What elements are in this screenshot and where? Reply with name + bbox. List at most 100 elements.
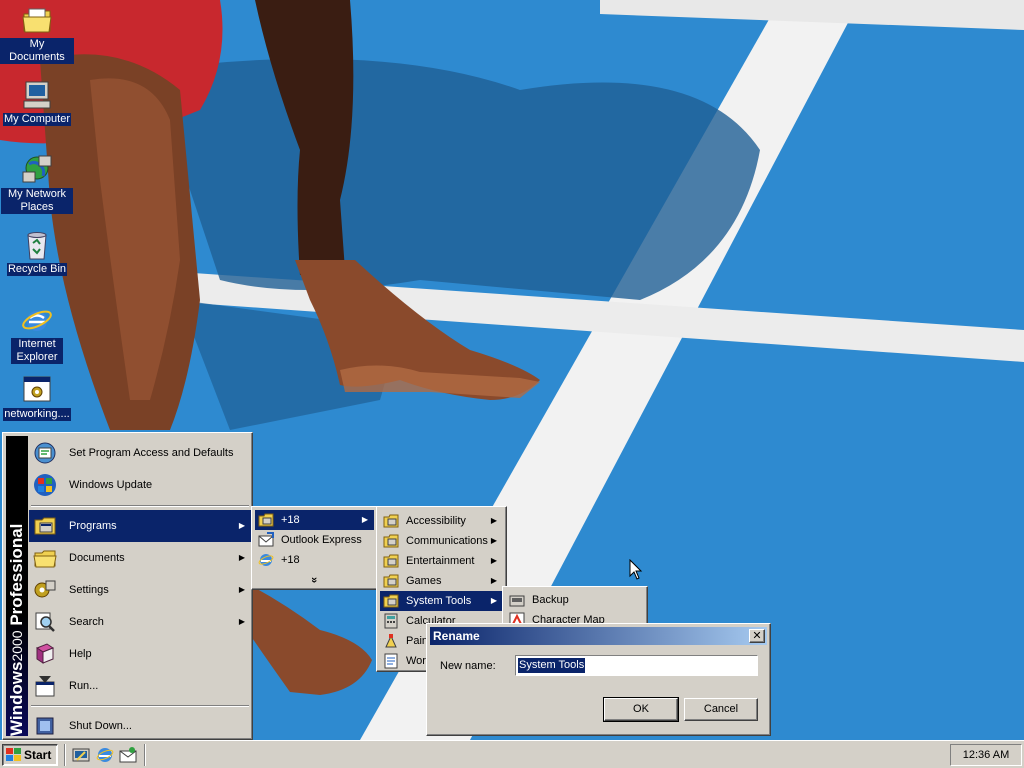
system-tools-submenu: Backup Character Map: [502, 586, 648, 628]
menu-item-communications[interactable]: Communications ▶: [380, 531, 503, 551]
submenu-arrow-icon: ▶: [490, 536, 497, 545]
menu-item-label: Backup: [532, 594, 569, 606]
menu-item-system-tools[interactable]: System Tools ▶: [380, 591, 503, 611]
taskbar-separator: [144, 744, 146, 766]
menu-item-games[interactable]: Games ▶: [380, 571, 503, 591]
desktop-icon-my-documents[interactable]: My Documents: [0, 4, 74, 64]
menu-item-label: Windows Update: [69, 479, 153, 491]
run-icon: [35, 676, 55, 697]
menu-item-settings[interactable]: Settings ▶: [29, 574, 251, 606]
recycle-bin-icon: [27, 232, 47, 260]
start-menu: Windows2000 Professional Set Program Acc…: [2, 432, 253, 740]
menu-item-program-group[interactable]: +18 ▶: [255, 510, 374, 530]
program-group-icon: [258, 513, 274, 527]
menu-item-label: Shut Down...: [69, 720, 132, 732]
internet-explorer-icon[interactable]: [96, 746, 114, 764]
cancel-button[interactable]: Cancel: [684, 698, 758, 721]
ok-button[interactable]: OK: [603, 697, 679, 722]
clock[interactable]: 12:36 AM: [963, 749, 1009, 761]
desktop-icon-label: Internet Explorer: [11, 338, 63, 364]
program-group-icon: [383, 574, 399, 588]
mouse-cursor-icon: [629, 559, 643, 580]
desktop-icon-my-network-places[interactable]: My Network Places: [0, 154, 74, 214]
menu-item-internet-explorer[interactable]: +18: [255, 550, 374, 570]
menu-item-label: Outlook Express: [281, 534, 362, 546]
submenu-arrow-icon: ▶: [238, 553, 245, 562]
menu-item-label: Wor: [406, 655, 426, 667]
menu-item-label: +18: [281, 514, 300, 526]
new-name-label: New name:: [440, 660, 496, 672]
dialog-title-bar[interactable]: Rename ✕: [430, 627, 767, 645]
expand-menu-chevron[interactable]: »: [255, 570, 374, 590]
taskbar: Start 12:36 AM: [0, 740, 1024, 768]
desktop-icon-my-computer[interactable]: My Computer: [0, 79, 74, 126]
rename-dialog: Rename ✕ New name: System Tools OK Cance…: [426, 623, 771, 736]
menu-item-search[interactable]: Search ▶: [29, 606, 251, 638]
windows-update-icon: [34, 474, 56, 496]
menu-item-programs[interactable]: Programs ▶: [29, 510, 251, 542]
desktop-icon-label: networking....: [3, 408, 71, 421]
menu-item-run[interactable]: Run...: [29, 670, 251, 702]
new-name-input[interactable]: System Tools: [518, 658, 586, 673]
new-name-field[interactable]: System Tools: [515, 655, 758, 676]
menu-item-label: Accessibility: [406, 515, 466, 527]
wordpad-icon: [384, 653, 398, 669]
my-computer-icon: [23, 81, 51, 109]
menu-item-accessibility[interactable]: Accessibility ▶: [380, 511, 503, 531]
documents-folder-icon: [33, 550, 57, 568]
menu-item-label: Communications: [406, 535, 488, 547]
taskbar-separator: [64, 744, 66, 766]
shutdown-icon: [36, 717, 54, 735]
chevron-down-icon: »: [308, 576, 321, 584]
menu-item-label: Games: [406, 575, 442, 587]
program-access-icon: [34, 442, 56, 464]
desktop-icon-label: My Network Places: [1, 188, 73, 214]
submenu-arrow-icon: ▶: [490, 556, 497, 565]
internet-explorer-icon: [258, 554, 274, 566]
program-group-icon: [383, 514, 399, 528]
menu-item-outlook-express[interactable]: Outlook Express: [255, 530, 374, 550]
start-button[interactable]: Start: [2, 744, 58, 766]
submenu-arrow-icon: ▶: [490, 596, 497, 605]
menu-item-documents[interactable]: Documents ▶: [29, 542, 251, 574]
calculator-icon: [384, 613, 398, 629]
system-tray: 12:36 AM: [950, 744, 1022, 766]
desktop-icon-internet-explorer[interactable]: Internet Explorer: [0, 304, 74, 364]
backup-icon: [509, 595, 525, 607]
programs-submenu: +18 ▶ Outlook Express +18 »: [251, 506, 378, 590]
outlook-express-icon[interactable]: [119, 746, 137, 764]
desktop-icon-label: Recycle Bin: [6, 263, 68, 276]
start-button-label: Start: [24, 748, 52, 762]
menu-item-shut-down[interactable]: Shut Down...: [29, 710, 251, 742]
submenu-arrow-icon: ▶: [238, 617, 245, 626]
my-network-places-icon: [22, 155, 52, 183]
menu-item-label: Programs: [69, 520, 117, 532]
submenu-arrow-icon: ▶: [490, 516, 497, 525]
menu-item-label: +18: [281, 554, 300, 566]
menu-item-help[interactable]: Help: [29, 638, 251, 670]
desktop-icon-label: My Documents: [0, 38, 74, 64]
program-group-icon: [383, 534, 399, 548]
networking-shortcut-icon: [23, 376, 51, 402]
desktop-icon-recycle-bin[interactable]: Recycle Bin: [0, 229, 74, 276]
menu-item-backup[interactable]: Backup: [506, 590, 644, 610]
menu-item-entertainment[interactable]: Entertainment ▶: [380, 551, 503, 571]
menu-item-label: Search: [69, 616, 104, 628]
menu-item-label: Settings: [69, 584, 109, 596]
paint-icon: [385, 634, 397, 648]
program-group-icon: [383, 594, 399, 608]
close-button[interactable]: ✕: [749, 629, 765, 643]
search-icon: [35, 612, 55, 632]
banner-edition-text: Professional: [7, 523, 26, 626]
outlook-express-icon: [258, 532, 274, 547]
menu-item-windows-update[interactable]: Windows Update: [29, 469, 251, 501]
menu-item-label: Run...: [69, 680, 99, 692]
dialog-title: Rename: [433, 629, 480, 643]
menu-item-label: Set Program Access and Defaults: [69, 447, 234, 459]
show-desktop-icon[interactable]: [72, 746, 90, 764]
desktop-icon-networking-shortcut[interactable]: networking....: [0, 374, 74, 421]
menu-item-set-program-access[interactable]: Set Program Access and Defaults: [29, 437, 251, 469]
programs-folder-icon: [34, 517, 56, 535]
close-icon: ✕: [752, 630, 762, 642]
banner-windows-text: Windows: [7, 661, 26, 736]
